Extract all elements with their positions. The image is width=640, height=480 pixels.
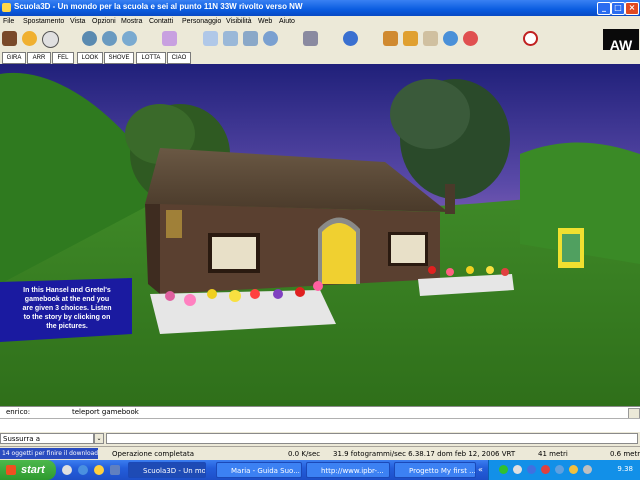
world-icon[interactable] (263, 31, 278, 46)
lotta-button[interactable]: LOTTA (136, 52, 166, 64)
menu-vista[interactable]: Vista (70, 18, 85, 25)
menu-bar: File Spostamento Vista Opzioni Mostra Co… (0, 16, 640, 28)
gamebook-picture-inner (562, 234, 580, 262)
sign-line: to the story by clicking on (23, 314, 111, 321)
gesture-icon[interactable] (403, 31, 418, 46)
speed-status: 0.0 K/sec (288, 450, 321, 458)
favorites-icon[interactable] (22, 31, 37, 46)
close-button[interactable]: × (625, 2, 639, 15)
view-third-person-icon[interactable] (102, 31, 117, 46)
frames-status: 31.9 fotogrammi/sec 6.38.17 dom feb 12, … (333, 450, 516, 458)
app-icon (2, 3, 11, 12)
download-status: 14 oggetti per finire il download (0, 448, 99, 459)
quicklaunch-app-icon[interactable] (110, 465, 120, 475)
taskbar-item-browser[interactable]: http://www.ipbr-... (306, 462, 390, 478)
door-picture (322, 223, 356, 284)
window-right-glass (391, 235, 425, 263)
tray-app-icon[interactable] (555, 465, 564, 474)
menu-visibilita[interactable]: Visibilità (226, 18, 252, 25)
stop-icon[interactable] (42, 31, 59, 48)
chat-input-row: Sussurra a ⌄ (0, 432, 640, 446)
chat-user: enrico: (6, 408, 31, 416)
chat-message: teleport gamebook (72, 408, 139, 416)
house-roof (145, 148, 448, 212)
mushroom-icon[interactable] (463, 31, 478, 46)
menu-web[interactable]: Web (258, 18, 272, 25)
title-bar: Scuola3D - Un mondo per la scuola e sei … (0, 0, 640, 16)
arr-button[interactable]: ARR (27, 52, 51, 64)
tray-update-icon[interactable] (569, 465, 578, 474)
contacts-icon[interactable] (203, 31, 218, 46)
quicklaunch-icon[interactable] (62, 465, 72, 475)
refresh-icon[interactable] (443, 31, 458, 46)
avatar-icon[interactable] (162, 31, 177, 46)
whisper-select[interactable]: Sussurra a (0, 433, 94, 444)
view-first-person-icon[interactable] (82, 31, 97, 46)
taskbar-overflow-icon[interactable]: « (478, 465, 483, 474)
exit-icon[interactable] (523, 31, 538, 46)
3d-world-view[interactable]: In this Hansel and Gretel's gamebook at … (0, 64, 640, 406)
height-status: 0.6 metri (610, 450, 640, 458)
scene-graphic (0, 72, 640, 406)
ciao-button[interactable]: CIAO (167, 52, 191, 64)
quicklaunch-messenger-icon[interactable] (94, 465, 104, 475)
clock: 9.38 (617, 465, 633, 473)
menu-spostamento[interactable]: Spostamento (23, 18, 64, 25)
info-sign-text[interactable]: In this Hansel and Gretel's gamebook at … (2, 286, 132, 331)
sign-line: In this Hansel and Gretel's (23, 287, 111, 294)
taskbar: start Scuola3D - Un mo... Maria - Guida … (0, 460, 640, 480)
taskbar-item-progetto[interactable]: Progetto My first ... (394, 462, 476, 478)
icon-toolbar (0, 28, 640, 51)
tray-antivirus-icon[interactable] (541, 465, 550, 474)
start-label: start (21, 464, 45, 476)
status-bar: 14 oggetti per finire il download Operaz… (0, 446, 640, 461)
house-sign (166, 210, 182, 238)
menu-personaggio[interactable]: Personaggio (182, 18, 221, 25)
command-bar: GIRA ARR FEL LOOK SHOVE LOTTA CIAO (0, 50, 640, 64)
menu-mostra[interactable]: Mostra (121, 18, 142, 25)
quicklaunch-browser-icon[interactable] (78, 465, 88, 475)
tray-messenger-icon[interactable] (527, 465, 536, 474)
menu-aiuto[interactable]: Aiuto (279, 18, 295, 25)
sign-line: the pictures. (46, 323, 88, 330)
window-title: Scuola3D - Un mondo per la scuola e sei … (14, 2, 303, 11)
look-button[interactable]: LOOK (77, 52, 103, 64)
telegram-icon[interactable] (223, 31, 238, 46)
minimize-button[interactable]: _ (597, 2, 611, 15)
users-icon[interactable] (243, 31, 258, 46)
window-left-glass (212, 237, 256, 269)
start-button[interactable]: start (0, 460, 56, 480)
sign-line: gamebook at the end you (24, 296, 110, 303)
operation-status: Operazione completata (112, 450, 195, 458)
maximize-button[interactable]: □ (611, 2, 625, 15)
system-tray: 9.38 (488, 460, 640, 480)
tray-volume-icon[interactable] (513, 465, 522, 474)
build-icon[interactable] (303, 31, 318, 46)
chat-log-area (0, 418, 640, 433)
taskbar-item-maria[interactable]: Maria - Guida Suo... (216, 462, 302, 478)
tray-misc-icon[interactable] (583, 465, 592, 474)
view-front-icon[interactable] (122, 31, 137, 46)
tree-trunk (445, 184, 455, 214)
chat-input[interactable] (106, 433, 638, 444)
gira-button[interactable]: GIRA (2, 52, 26, 64)
menu-file[interactable]: File (3, 18, 14, 25)
tree-right-top (390, 79, 470, 149)
browser-icon[interactable] (343, 31, 358, 46)
menu-contatti[interactable]: Contatti (149, 18, 173, 25)
distance-status: 41 metri (538, 450, 568, 458)
taskbar-item-scuola3d[interactable]: Scuola3D - Un mo... (128, 462, 206, 478)
windows-logo-icon (6, 465, 16, 475)
teleport-icon[interactable] (383, 31, 398, 46)
home-icon[interactable] (2, 31, 17, 46)
menu-opzioni[interactable]: Opzioni (92, 18, 116, 25)
chevron-down-icon[interactable]: ⌄ (94, 433, 104, 444)
shove-button[interactable]: SHOVE (104, 52, 134, 64)
fel-button[interactable]: FEL (52, 52, 74, 64)
notes-icon[interactable] (423, 31, 438, 46)
sign-line: are given 3 choices. Listen (22, 305, 112, 312)
tray-network-icon[interactable] (499, 465, 508, 474)
